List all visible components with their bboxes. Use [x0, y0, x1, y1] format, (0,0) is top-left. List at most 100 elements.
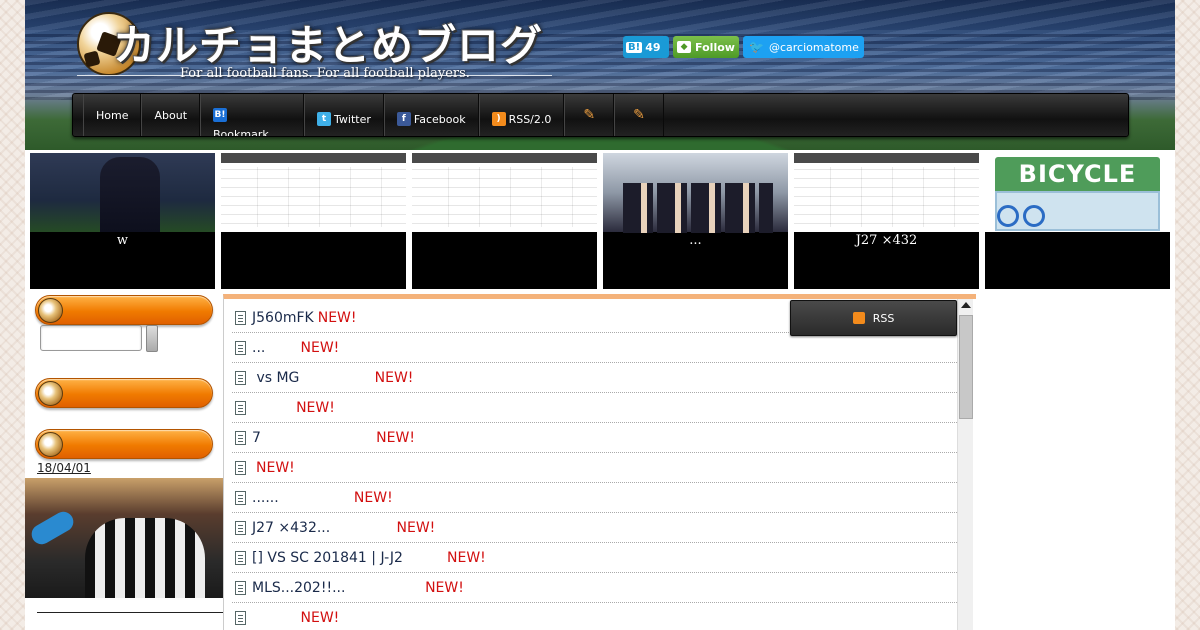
new-badge: NEW!	[425, 579, 464, 596]
new-badge: NEW!	[300, 339, 340, 356]
document-icon	[235, 520, 246, 535]
article-title[interactable]: MLS...202!!...	[252, 580, 421, 596]
document-icon	[235, 490, 246, 505]
rss-icon: )	[491, 112, 506, 126]
nav-rss[interactable]: ) RSS/2.0	[478, 94, 565, 136]
nav-edit-2[interactable]: ✎	[614, 94, 664, 136]
twitter-handle: @carciomatome	[768, 40, 859, 54]
document-icon	[235, 610, 246, 625]
twitter-follow-button[interactable]: 🐦 @carciomatome	[743, 36, 864, 58]
article-title[interactable]: [] VS SC 201841 | J-J2	[252, 550, 443, 566]
document-icon	[235, 310, 246, 325]
site-title[interactable]: カルチョまとめブログ	[113, 12, 543, 73]
page: カルチョまとめブログ For all football fans. For al…	[25, 0, 1175, 630]
feedly-follow-button[interactable]: ◆ Follow	[673, 36, 739, 58]
article-title[interactable]: ...	[252, 340, 297, 356]
bicycle-wheel-icon	[1023, 205, 1045, 227]
article-list-item[interactable]: MLS...202!!... NEW!	[232, 573, 957, 603]
scroll-up-arrow-icon[interactable]	[961, 302, 971, 308]
thumbnail-image: BICYCLE	[985, 153, 1170, 232]
sidebar-article-photo[interactable]	[25, 478, 224, 598]
hatena-icon: B!	[626, 41, 643, 53]
new-badge: NEW!	[447, 549, 486, 566]
document-icon	[235, 550, 246, 565]
thumbnail-caption: w	[116, 233, 129, 248]
article-title[interactable]	[252, 400, 292, 416]
nav-edit-1[interactable]: ✎	[564, 94, 615, 136]
follow-label: Follow	[695, 40, 735, 54]
document-icon	[235, 580, 246, 595]
article-list-item[interactable]: ... NEW!	[232, 333, 957, 363]
main-nav: Home About B! Bookmark t Twitter f Faceb…	[72, 93, 1129, 137]
thumbnail-caption: J27 ×432	[855, 233, 918, 248]
sidebar-widget-header	[35, 378, 213, 408]
nav-about[interactable]: About	[141, 94, 201, 136]
article-title[interactable]	[252, 610, 297, 626]
article-list: J560mFK NEW!... NEW! vs MG NEW! NEW! 7 NEW…	[232, 303, 957, 630]
article-title[interactable]: J560mFK	[252, 310, 314, 326]
thumbnail-card[interactable]: J27 ×432	[794, 153, 979, 289]
thumbnail-image	[603, 153, 788, 233]
rss-icon	[852, 312, 865, 324]
new-badge: NEW!	[374, 369, 414, 386]
article-title[interactable]: ......	[252, 490, 350, 506]
article-list-item[interactable]: J27 ×432... NEW!	[232, 513, 957, 543]
search-input[interactable]	[40, 325, 142, 351]
article-title[interactable]: vs MG	[252, 370, 371, 386]
document-icon	[235, 370, 246, 385]
article-list-item[interactable]: NEW!	[232, 393, 957, 423]
soccer-ball-icon	[38, 432, 63, 457]
thumbnail-card[interactable]: BICYCLE	[985, 153, 1170, 289]
featured-thumbnails: w ... J27 ×432 BICYCLE	[30, 153, 1170, 289]
nav-rss-label: RSS/2.0	[508, 112, 552, 126]
nav-home-label: Home	[96, 108, 129, 122]
sidebar-date-link[interactable]: 18/04/01	[37, 461, 91, 475]
facebook-icon: f	[396, 112, 411, 126]
nav-facebook[interactable]: f Facebook	[383, 94, 479, 136]
pencil-icon: ✎	[583, 107, 596, 123]
nav-bookmark[interactable]: B! Bookmark	[200, 94, 305, 136]
thumbnail-image	[412, 153, 597, 232]
nav-home[interactable]: Home	[83, 94, 142, 136]
article-list-item[interactable]: NEW!	[232, 603, 957, 630]
search-button[interactable]	[146, 325, 158, 352]
pencil-icon: ✎	[633, 107, 645, 123]
recent-articles-box: J560mFK NEW!... NEW! vs MG NEW! NEW! 7 NEW…	[223, 294, 976, 630]
scrollbar-thumb[interactable]	[959, 315, 973, 419]
article-title[interactable]: J27 ×432...	[252, 520, 393, 536]
article-list-item[interactable]: [] VS SC 201841 | J-J2 NEW!	[232, 543, 957, 573]
feedly-icon: ◆	[677, 41, 692, 53]
new-badge: NEW!	[353, 489, 393, 506]
hatena-count: 49	[645, 40, 661, 54]
rss-button[interactable]: RSS	[790, 300, 957, 336]
soccer-ball-icon	[38, 381, 63, 406]
thumbnail-image	[794, 153, 979, 232]
bicycle-sign: BICYCLE	[995, 157, 1160, 191]
thumbnail-card[interactable]: w	[30, 153, 215, 289]
thumbnail-caption: ...	[689, 233, 702, 248]
thumbnail-image	[221, 153, 406, 232]
hatena-bookmark-count-button[interactable]: B! 49	[623, 36, 669, 58]
thumbnail-card[interactable]	[221, 153, 406, 289]
thumbnail-card[interactable]	[412, 153, 597, 289]
article-list-item[interactable]: NEW!	[232, 453, 957, 483]
twitter-icon: t	[317, 112, 332, 126]
article-list-item[interactable]: vs MG NEW!	[232, 363, 957, 393]
article-list-item[interactable]: ...... NEW!	[232, 483, 957, 513]
thumbnail-image	[30, 153, 215, 232]
nav-about-label: About	[154, 108, 188, 122]
twitter-bird-icon: 🐦	[749, 40, 764, 54]
list-scrollbar[interactable]	[957, 299, 973, 630]
thumbnail-card[interactable]: ...	[603, 153, 788, 289]
nav-twitter[interactable]: t Twitter	[304, 94, 384, 136]
new-badge: NEW!	[296, 399, 335, 416]
article-title[interactable]: 7	[252, 430, 372, 446]
nav-twitter-label: Twitter	[334, 112, 371, 126]
article-list-item[interactable]: 7 NEW!	[232, 423, 957, 453]
soccer-ball-icon	[38, 298, 63, 323]
hatena-bookmark-icon: B!	[213, 108, 228, 122]
new-badge: NEW!	[256, 459, 295, 476]
document-icon	[235, 340, 246, 355]
site-subtitle: For all football fans. For all football …	[180, 66, 470, 81]
sidebar-widget-header	[35, 429, 213, 459]
